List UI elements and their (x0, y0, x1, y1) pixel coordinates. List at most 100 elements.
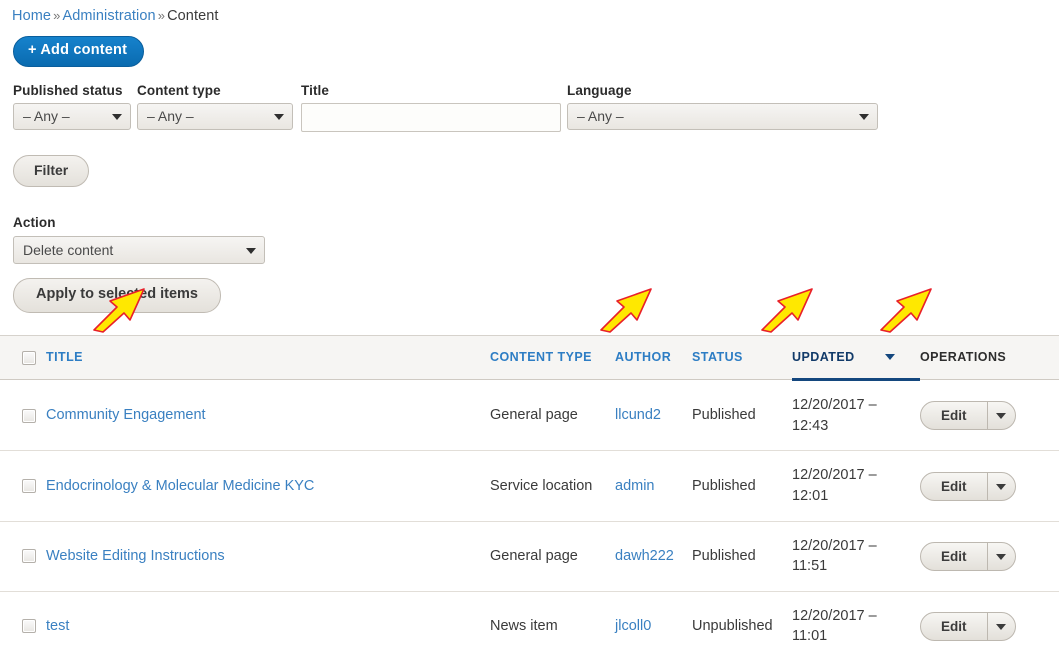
breadcrumb-separator: » (158, 8, 165, 23)
apply-to-selected-items-button[interactable]: Apply to selected items (13, 278, 221, 313)
content-table: TITLE CONTENT TYPE AUTHOR STATUS UPDATED… (0, 335, 1059, 657)
row-content-type-cell: General page (490, 380, 615, 451)
row-title-link[interactable]: test (46, 618, 69, 634)
edit-dropdown-toggle[interactable] (987, 402, 1015, 429)
row-updated-time: 11:01 (792, 628, 827, 644)
row-updated-cell: 12/20/2017 – 11:51 (792, 521, 920, 591)
author-column-label: AUTHOR (615, 350, 671, 364)
published-status-select[interactable]: – Any – (13, 103, 131, 130)
edit-button[interactable]: Edit (920, 612, 1016, 641)
updated-column-label: UPDATED (792, 350, 855, 364)
apply-button-wrap: Apply to selected items (13, 278, 1059, 313)
row-title-cell: test (46, 591, 490, 657)
row-author-link[interactable]: dawh222 (615, 548, 674, 564)
edit-button-label: Edit (921, 473, 987, 500)
filter-button-wrap: Filter (0, 155, 1059, 187)
row-status-cell: Unpublished (692, 591, 792, 657)
filter-published-status: Published status – Any – (13, 83, 131, 130)
published-status-label: Published status (13, 83, 131, 98)
row-content-type-cell: News item (490, 591, 615, 657)
row-title-link[interactable]: Website Editing Instructions (46, 548, 225, 564)
title-column-header[interactable]: TITLE (46, 336, 490, 380)
content-type-select[interactable]: – Any – (137, 103, 293, 130)
table-row: test News itemjlcoll0 Unpublished12/20/201… (0, 591, 1059, 657)
row-updated-date: 12/20/2017 – (792, 608, 877, 624)
row-updated-cell: 12/20/2017 – 12:01 (792, 451, 920, 521)
action-block: Action Delete content Apply to selected … (0, 215, 1059, 313)
row-title-link[interactable]: Endocrinology & Molecular Medicine KYC (46, 478, 314, 494)
row-select-cell (0, 591, 46, 657)
status-column-header[interactable]: STATUS (692, 336, 792, 380)
chevron-down-icon (274, 114, 284, 120)
edit-dropdown-toggle[interactable] (987, 473, 1015, 500)
updated-column-header[interactable]: UPDATED (792, 336, 920, 380)
chevron-down-icon (246, 248, 256, 254)
table-header-row: TITLE CONTENT TYPE AUTHOR STATUS UPDATED… (0, 336, 1059, 380)
action-value: Delete content (23, 242, 113, 258)
row-updated-cell: 12/20/2017 – 12:43 (792, 380, 920, 451)
add-content-button[interactable]: + Add content (13, 36, 144, 67)
action-select[interactable]: Delete content (13, 236, 265, 264)
filter-content-type: Content type – Any – (137, 83, 293, 130)
edit-dropdown-toggle[interactable] (987, 543, 1015, 570)
row-operations-cell: Edit (920, 591, 1059, 657)
breadcrumb-item-administration[interactable]: Administration (62, 8, 155, 24)
row-author-link[interactable]: llcund2 (615, 407, 661, 423)
row-checkbox[interactable] (22, 479, 36, 493)
row-author-cell: llcund2 (615, 380, 692, 451)
row-checkbox[interactable] (22, 409, 36, 423)
breadcrumb-separator: » (53, 8, 60, 23)
table-row: Website Editing Instructions General page… (0, 521, 1059, 591)
breadcrumb-item-home[interactable]: Home (12, 8, 51, 24)
action-label: Action (13, 215, 1059, 230)
row-status-cell: Published (692, 521, 792, 591)
row-author-cell: admin (615, 451, 692, 521)
title-filter-input[interactable] (301, 103, 561, 132)
row-select-cell (0, 380, 46, 451)
row-updated-time: 12:01 (792, 488, 828, 504)
row-updated-date: 12/20/2017 – (792, 397, 877, 413)
row-title-cell: Community Engagement (46, 380, 490, 451)
author-column-header[interactable]: AUTHOR (615, 336, 692, 380)
content-table-head: TITLE CONTENT TYPE AUTHOR STATUS UPDATED… (0, 336, 1059, 380)
row-title-link[interactable]: Community Engagement (46, 407, 206, 423)
edit-button[interactable]: Edit (920, 472, 1016, 501)
select-all-checkbox[interactable] (22, 351, 36, 365)
table-row: Endocrinology & Molecular Medicine KYCSe… (0, 451, 1059, 521)
content-table-body: Community EngagementGeneral pagellcund2P… (0, 380, 1059, 657)
row-checkbox[interactable] (22, 619, 36, 633)
content-type-column-label: CONTENT TYPE (490, 350, 592, 364)
row-updated-time: 12:43 (792, 418, 828, 434)
row-title-cell: Website Editing Instructions (46, 521, 490, 591)
add-content-toolbar: + Add content (0, 24, 1059, 67)
content-type-column-header[interactable]: CONTENT TYPE (490, 336, 615, 380)
row-title-cell: Endocrinology & Molecular Medicine KYC (46, 451, 490, 521)
row-author-link[interactable]: admin (615, 478, 655, 494)
filter-bar: Published status – Any – Content type – … (0, 83, 1059, 149)
edit-button[interactable]: Edit (920, 542, 1016, 571)
edit-dropdown-toggle[interactable] (987, 613, 1015, 640)
edit-button-label: Edit (921, 402, 987, 429)
row-author-cell: dawh222 (615, 521, 692, 591)
edit-button[interactable]: Edit (920, 401, 1016, 430)
status-column-label: STATUS (692, 350, 743, 364)
row-author-link[interactable]: jlcoll0 (615, 618, 651, 634)
chevron-down-icon (859, 114, 869, 120)
published-status-value: – Any – (23, 108, 70, 124)
sort-descending-icon (885, 354, 895, 360)
breadcrumb: Home»Administration»Content (0, 0, 1059, 24)
row-updated-time: 11:51 (792, 558, 827, 574)
row-status-cell: Published (692, 451, 792, 521)
title-filter-label: Title (301, 83, 561, 98)
table-row: Community Engagement General pagellcund2 P… (0, 380, 1059, 451)
row-updated-date: 12/20/2017 – (792, 538, 877, 554)
filter-button[interactable]: Filter (13, 155, 89, 187)
row-content-type-cell: General page (490, 521, 615, 591)
content-type-label: Content type (137, 83, 293, 98)
row-checkbox[interactable] (22, 549, 36, 563)
row-status-cell: Published (692, 380, 792, 451)
operations-column-header: OPERATIONS (920, 336, 1059, 380)
row-updated-date: 12/20/2017 – (792, 467, 877, 483)
language-select[interactable]: – Any – (567, 103, 878, 130)
chevron-down-icon (112, 114, 122, 120)
